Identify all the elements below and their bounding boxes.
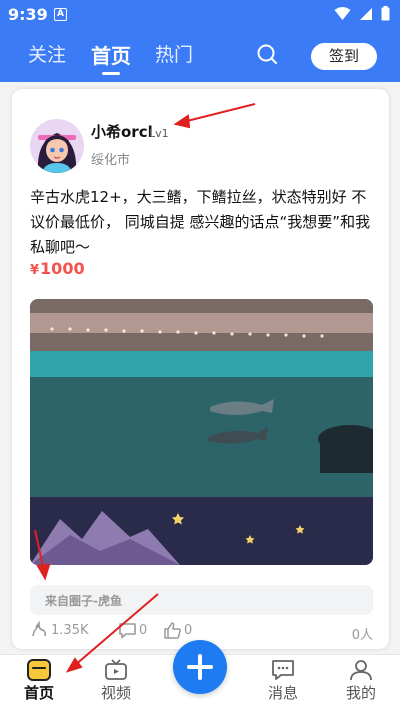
bottom-nav-profile-label: 我的 (345, 684, 376, 702)
thumbs-up-icon (164, 622, 181, 639)
comment-icon (119, 623, 136, 639)
thumbs-count: 0 (184, 623, 193, 638)
bottom-nav-home[interactable]: 首页 (9, 659, 69, 704)
message-icon (272, 660, 294, 680)
thumbs-stat[interactable]: 0 (163, 621, 192, 640)
circle-source-tag[interactable]: 来自圈子-虎鱼 (30, 585, 373, 615)
search-icon[interactable] (255, 42, 279, 66)
tab-hot[interactable]: 热门 (155, 40, 193, 67)
viewer-count: 0人 (351, 628, 373, 643)
top-nav: 关注 首页 热门 签到 (0, 32, 400, 78)
profile-icon (350, 660, 372, 681)
active-tab-indicator (102, 72, 120, 75)
notification-icon: A (54, 8, 67, 21)
tab-home[interactable]: 首页 (91, 40, 131, 69)
hot-icon (32, 621, 47, 637)
post-photo[interactable] (30, 299, 373, 565)
status-bar: 9:39 A (0, 0, 400, 28)
price-value: 1000 (40, 259, 85, 278)
post-card[interactable]: 小希orcl Lv1 绥化市 辛古水虎12+，大三鳍，下鳍拉丝，状态特别好 不议… (12, 89, 389, 649)
signal-icon (360, 7, 372, 20)
comment-count: 0 (139, 623, 148, 638)
bottom-nav-messages[interactable]: 消息 (253, 659, 313, 704)
comment-stat[interactable]: 0 (118, 621, 147, 640)
tab-follow[interactable]: 关注 (28, 40, 66, 67)
currency-symbol: ¥ (30, 263, 40, 278)
post-text: 辛古水虎12+，大三鳍，下鳍拉丝，状态特别好 不议价最低价， 同城自提 感兴趣的… (30, 188, 371, 256)
create-post-button[interactable] (173, 640, 227, 694)
status-time: 9:39 (8, 5, 48, 24)
header: 9:39 A 关注 首页 热门 签到 (0, 0, 400, 82)
user-location: 绥化市 (91, 153, 131, 168)
avatar[interactable] (30, 119, 84, 173)
user-level-badge: Lv1 (149, 127, 169, 140)
hot-stat[interactable]: 1.35K (30, 621, 88, 640)
price: ¥1000 (30, 259, 85, 278)
tv-icon (105, 659, 127, 680)
status-icons (334, 6, 390, 21)
bottom-nav-video-label: 视频 (100, 684, 131, 702)
bottom-nav-messages-label: 消息 (267, 684, 298, 702)
wifi-icon (334, 6, 351, 20)
bottom-nav-profile[interactable]: 我的 (331, 659, 391, 704)
bottom-nav-home-label: 首页 (23, 684, 54, 702)
bottom-nav-video[interactable]: 视频 (86, 659, 146, 704)
signin-button[interactable]: 签到 (311, 43, 377, 70)
user-name[interactable]: 小希orcl (91, 121, 153, 142)
battery-icon (381, 6, 390, 21)
circle-source-label: 来自圈子-虎鱼 (45, 594, 122, 608)
home-icon (27, 659, 51, 681)
hot-count: 1.35K (51, 623, 89, 638)
